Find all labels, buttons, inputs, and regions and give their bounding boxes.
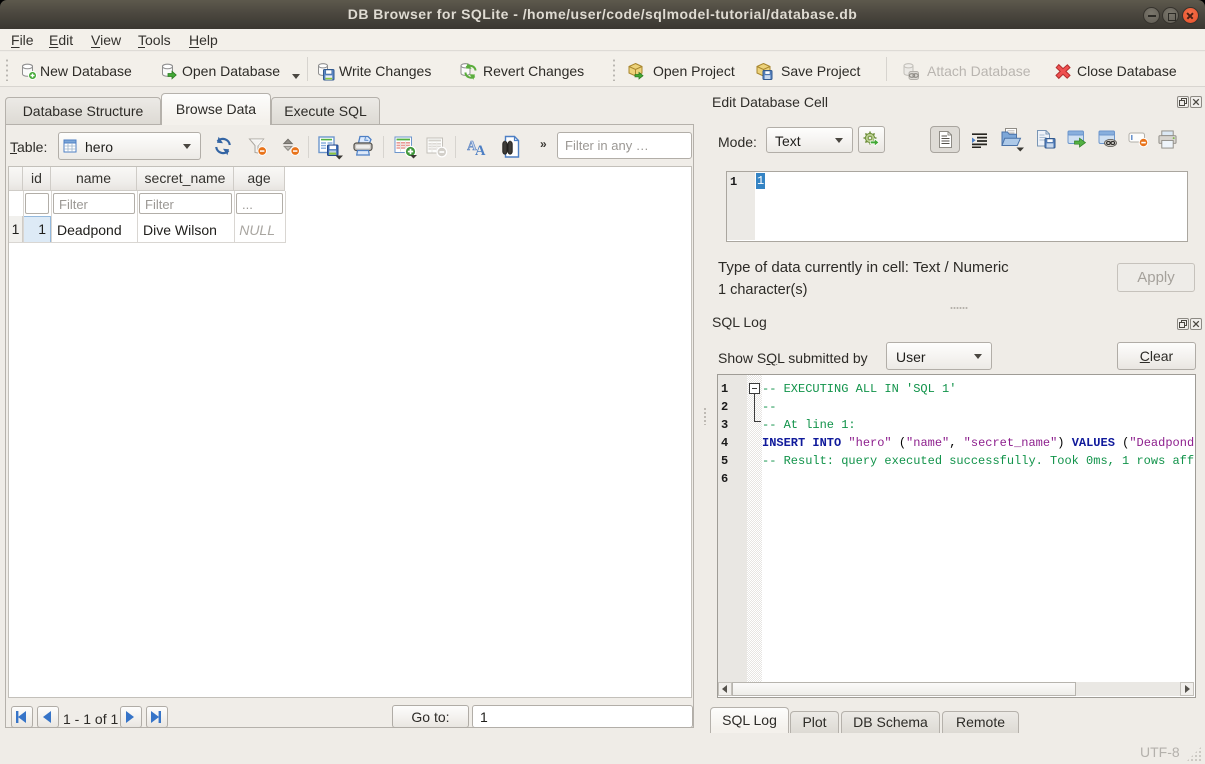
svg-text:A: A	[475, 143, 486, 157]
